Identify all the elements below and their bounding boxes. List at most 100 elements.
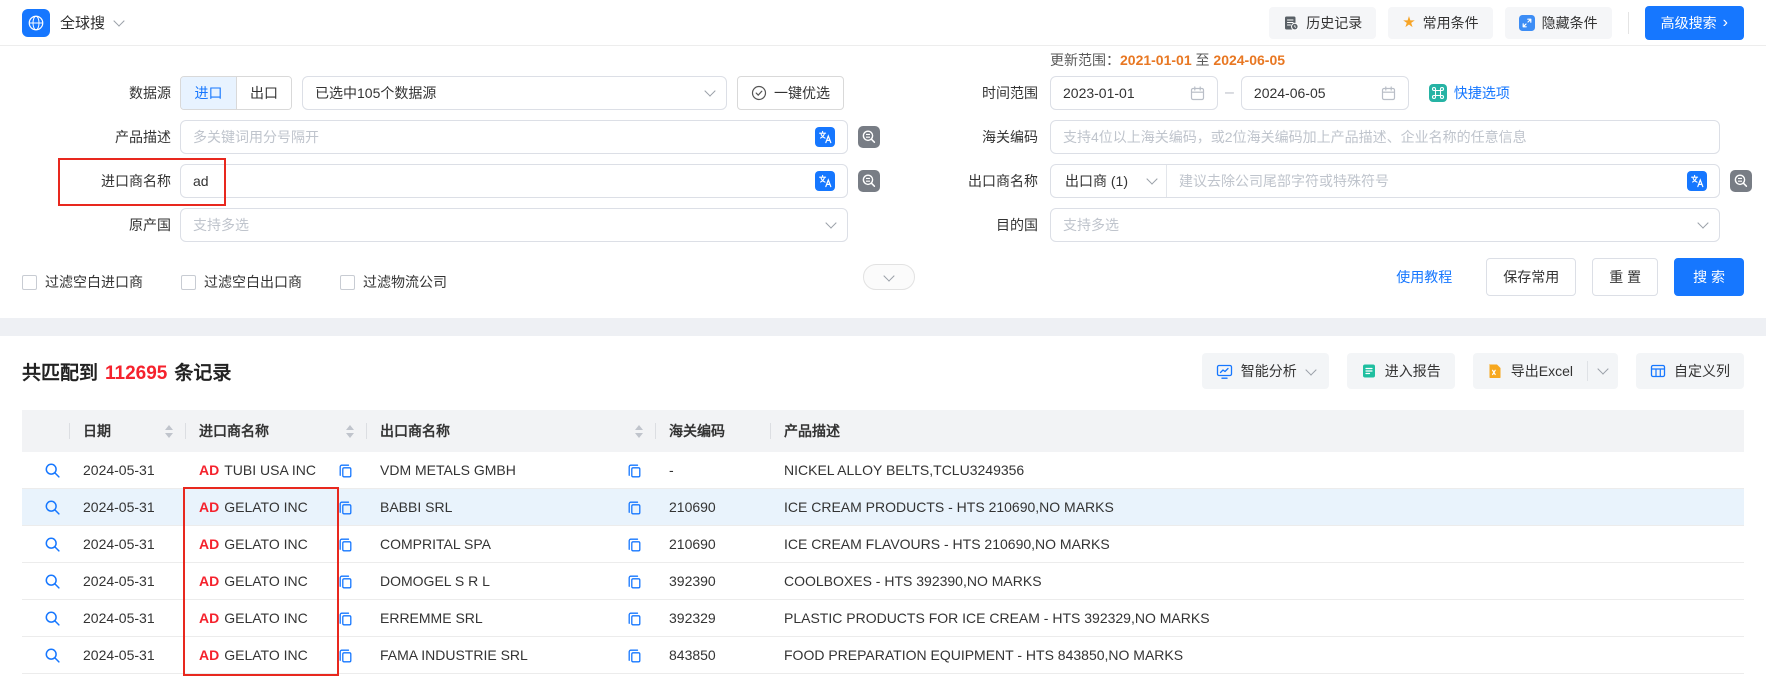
copy-icon[interactable] bbox=[627, 648, 642, 663]
exporter-type-select[interactable]: 出口商 (1) bbox=[1051, 165, 1167, 197]
quick-options-button[interactable]: 快捷选项 bbox=[1429, 83, 1510, 103]
table-columns-icon bbox=[1650, 363, 1666, 379]
copy-icon[interactable] bbox=[338, 648, 353, 663]
tutorial-link[interactable]: 使用教程 bbox=[1396, 267, 1452, 287]
data-source-select[interactable]: 已选中105个数据源 bbox=[302, 76, 727, 110]
cell-detail bbox=[22, 600, 69, 636]
copy-icon[interactable] bbox=[627, 500, 642, 515]
sort-icons[interactable] bbox=[165, 425, 173, 438]
exporter-input-area bbox=[1167, 171, 1719, 191]
enter-report-button[interactable]: 进入报告 bbox=[1347, 353, 1455, 389]
favorites-label: 常用条件 bbox=[1423, 13, 1479, 33]
cell-hs-code: 843850 bbox=[655, 637, 770, 673]
magnifier-icon[interactable] bbox=[44, 573, 61, 590]
collapse-arrows-icon bbox=[1519, 15, 1535, 31]
table-row[interactable]: 2024-05-31 ADGELATO INC ERREMME SRL 3923… bbox=[22, 600, 1744, 637]
header-label: 进口商名称 bbox=[199, 421, 269, 441]
app-switch-chevron-down-icon[interactable] bbox=[113, 15, 124, 26]
cell-importer: ADGELATO INC bbox=[185, 600, 366, 636]
copy-icon[interactable] bbox=[627, 537, 642, 552]
data-source-row: 数据源 进口 出口 已选中105个数据源 一键优选 bbox=[0, 76, 844, 110]
collapse-form-button[interactable] bbox=[863, 264, 915, 290]
checkbox-filter-logistics[interactable]: 过滤物流公司 bbox=[340, 272, 447, 292]
smart-analysis-button[interactable]: 智能分析 bbox=[1202, 353, 1329, 389]
update-range-label: 更新范围： bbox=[1050, 52, 1120, 68]
data-source-label: 数据源 bbox=[0, 83, 171, 103]
magnifier-icon[interactable] bbox=[44, 536, 61, 553]
origin-country-row: 原产国 支持多选 bbox=[0, 208, 848, 242]
checkbox-filter-blank-importer[interactable]: 过滤空白进口商 bbox=[22, 272, 143, 292]
product-desc-input[interactable] bbox=[193, 129, 815, 145]
product-desc-label: 产品描述 bbox=[0, 127, 171, 147]
customize-columns-button[interactable]: 自定义列 bbox=[1636, 353, 1744, 389]
reset-button[interactable]: 重 置 bbox=[1592, 258, 1658, 296]
chevron-down-icon bbox=[883, 270, 894, 281]
importer-highlight: AD bbox=[199, 499, 219, 515]
copy-icon[interactable] bbox=[627, 463, 642, 478]
copy-icon[interactable] bbox=[338, 463, 353, 478]
translate-icon[interactable] bbox=[815, 127, 835, 147]
copy-icon[interactable] bbox=[627, 574, 642, 589]
header-importer[interactable]: 进口商名称 bbox=[185, 410, 366, 452]
copy-icon[interactable] bbox=[627, 611, 642, 626]
calendar-icon bbox=[1190, 86, 1205, 101]
time-range-label: 时间范围 bbox=[870, 83, 1038, 103]
importer-label: 进口商名称 bbox=[0, 171, 171, 191]
exporter-input[interactable] bbox=[1179, 173, 1687, 189]
translate-icon[interactable] bbox=[1687, 171, 1707, 191]
start-date-picker[interactable]: 2023-01-01 bbox=[1050, 76, 1218, 110]
checkbox-icon bbox=[22, 275, 37, 290]
importer-input[interactable] bbox=[193, 173, 815, 189]
cell-hs-code: 392329 bbox=[655, 600, 770, 636]
cell-date: 2024-05-31 bbox=[69, 600, 185, 636]
cell-importer: ADGELATO INC bbox=[185, 526, 366, 562]
copy-icon[interactable] bbox=[338, 537, 353, 552]
export-excel-group: 导出Excel bbox=[1473, 353, 1618, 389]
fuzzy-match-icon[interactable] bbox=[1730, 170, 1752, 192]
importer-name: ADGELATO INC bbox=[199, 610, 308, 626]
magnifier-icon[interactable] bbox=[44, 462, 61, 479]
tab-export[interactable]: 出口 bbox=[236, 77, 291, 109]
header-detail-col bbox=[22, 410, 69, 452]
advanced-search-button[interactable]: 高级搜索 › bbox=[1645, 6, 1744, 40]
table-row[interactable]: 2024-05-31 ADGELATO INC DOMOGEL S R L 39… bbox=[22, 563, 1744, 600]
header-date[interactable]: 日期 bbox=[69, 410, 185, 452]
product-desc-field-wrap bbox=[180, 120, 848, 154]
tab-import[interactable]: 进口 bbox=[181, 77, 236, 109]
sort-icons[interactable] bbox=[346, 425, 354, 438]
magnifier-icon[interactable] bbox=[44, 647, 61, 664]
hs-code-input[interactable] bbox=[1063, 129, 1707, 145]
header-exporter[interactable]: 出口商名称 bbox=[366, 410, 655, 452]
table-row[interactable]: 2024-05-31 ADGELATO INC FAMA INDUSTRIE S… bbox=[22, 637, 1744, 674]
cell-hs-code: 392390 bbox=[655, 563, 770, 599]
cell-detail bbox=[22, 526, 69, 562]
cell-exporter-text: COMPRITAL SPA bbox=[380, 536, 491, 552]
copy-icon[interactable] bbox=[338, 500, 353, 515]
search-button[interactable]: 搜 索 bbox=[1674, 258, 1744, 296]
magnifier-icon[interactable] bbox=[44, 499, 61, 516]
update-range-end: 2024-06-05 bbox=[1213, 52, 1285, 68]
copy-icon[interactable] bbox=[338, 574, 353, 589]
table-row[interactable]: 2024-05-31 ADGELATO INC BABBI SRL 210690… bbox=[22, 489, 1744, 526]
star-icon: ★ bbox=[1402, 15, 1415, 30]
topbar-actions: 历史记录 ★ 常用条件 隐藏条件 高级搜索 › bbox=[1269, 6, 1744, 40]
end-date-picker[interactable]: 2024-06-05 bbox=[1241, 76, 1409, 110]
checkbox-filter-blank-exporter[interactable]: 过滤空白出口商 bbox=[181, 272, 302, 292]
table-row[interactable]: 2024-05-31 ADTUBI USA INC VDM METALS GMB… bbox=[22, 452, 1744, 489]
table-row[interactable]: 2024-05-31 ADGELATO INC COMPRITAL SPA 21… bbox=[22, 526, 1744, 563]
cell-exporter-text: ERREMME SRL bbox=[380, 610, 483, 626]
one-click-optimize-button[interactable]: 一键优选 bbox=[737, 76, 844, 110]
export-excel-button[interactable]: 导出Excel bbox=[1473, 353, 1587, 389]
favorites-button[interactable]: ★ 常用条件 bbox=[1388, 7, 1492, 39]
magnifier-icon[interactable] bbox=[44, 610, 61, 627]
history-button[interactable]: 历史记录 bbox=[1269, 7, 1376, 39]
export-options-chevron[interactable] bbox=[1588, 353, 1618, 389]
hide-conditions-button[interactable]: 隐藏条件 bbox=[1505, 7, 1612, 39]
copy-icon[interactable] bbox=[338, 611, 353, 626]
origin-country-select[interactable]: 支持多选 bbox=[180, 208, 848, 242]
cell-exporter-text: DOMOGEL S R L bbox=[380, 573, 490, 589]
save-favorite-button[interactable]: 保存常用 bbox=[1486, 258, 1576, 296]
translate-icon[interactable] bbox=[815, 171, 835, 191]
destination-country-select[interactable]: 支持多选 bbox=[1050, 208, 1720, 242]
sort-icons[interactable] bbox=[635, 425, 643, 438]
